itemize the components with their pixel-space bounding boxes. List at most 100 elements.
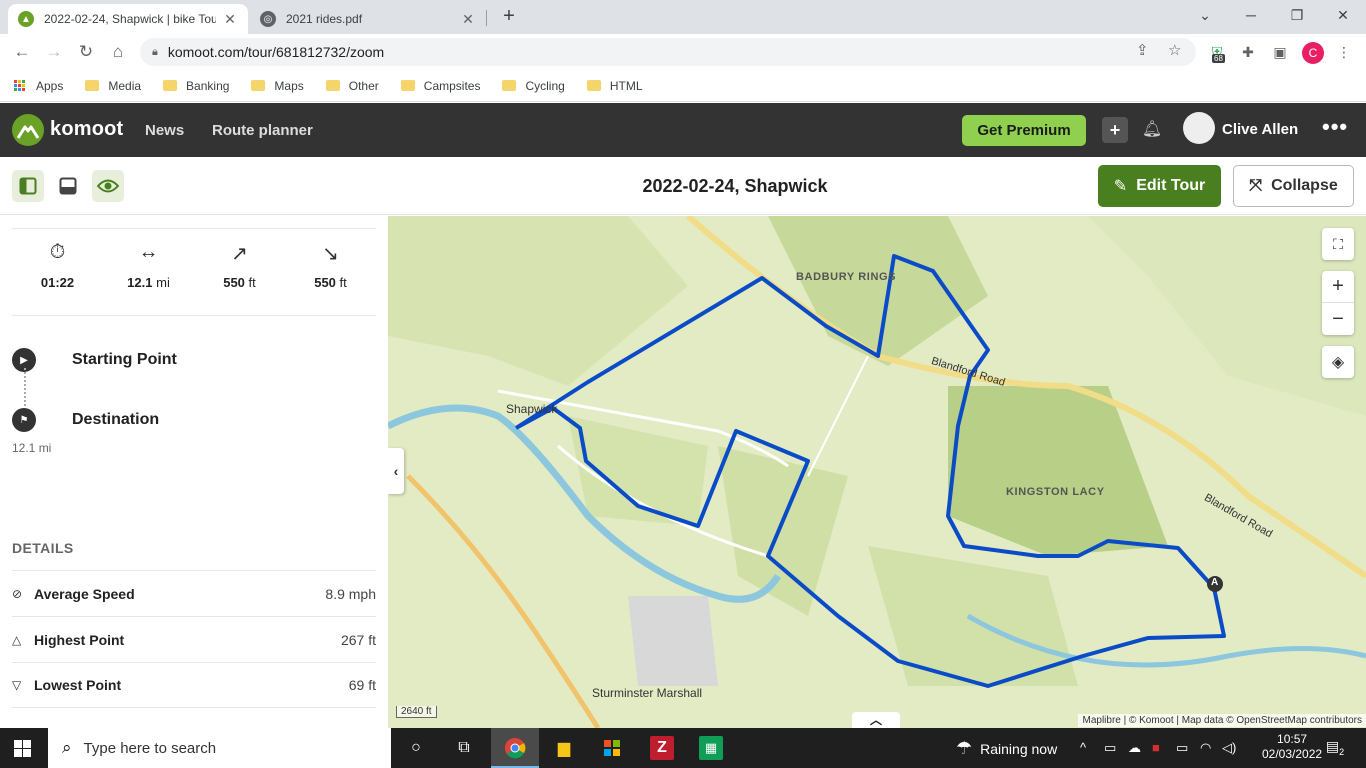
share-icon[interactable]: ⇪: [1136, 41, 1149, 59]
battery-icon[interactable]: ▭: [1176, 740, 1188, 756]
distance-arrows-icon: ↔: [138, 241, 159, 263]
komoot-favicon-icon: ▲: [18, 11, 34, 27]
cloud-icon[interactable]: ☁: [1128, 740, 1141, 756]
expand-bottom-chevron-icon[interactable]: ︿: [852, 712, 900, 728]
triangle-down-icon: ▽: [12, 678, 22, 692]
zoom-in-button[interactable]: +: [1322, 271, 1354, 303]
bell-icon[interactable]: 🔔︎: [1140, 117, 1164, 143]
bookmark-media[interactable]: Media: [85, 79, 141, 93]
duration-value: 01:22: [40, 275, 75, 290]
sheets-icon[interactable]: ▦: [699, 736, 723, 760]
profile-avatar[interactable]: C: [1302, 42, 1324, 64]
folder-icon: [251, 80, 266, 91]
bookmark-cycling[interactable]: Cycling: [502, 78, 565, 93]
bookmark-html[interactable]: HTML: [586, 79, 643, 93]
uphill-arrow-icon: ↗: [231, 243, 248, 265]
volume-icon[interactable]: ◁): [1222, 740, 1236, 756]
browser-toolbar: ← → ↻ ⌂ 🔒︎ komoot.com/tour/681812732/zoo…: [0, 34, 1366, 70]
bookmark-label: Cycling: [525, 78, 565, 93]
zoom-out-button[interactable]: −: [1322, 303, 1354, 335]
extensions-puzzle-icon[interactable]: ✚: [1238, 42, 1258, 62]
more-menu-icon[interactable]: •••: [1322, 114, 1348, 140]
map-attribution[interactable]: Maplibre | © Komoot | Map data © OpenStr…: [1078, 714, 1366, 727]
back-button[interactable]: ←: [10, 40, 34, 64]
windows-start-icon[interactable]: [14, 740, 31, 757]
layers-control[interactable]: ◈: [1322, 346, 1354, 378]
home-button[interactable]: ⌂: [106, 40, 130, 64]
collapse-sidebar-chevron-icon[interactable]: ‹: [388, 448, 404, 494]
taskbar-search[interactable]: ⌕ Type here to search: [48, 728, 391, 768]
microsoft-store-icon[interactable]: [600, 736, 624, 760]
stat-uphill: ↗ 550 ft: [194, 229, 285, 315]
waypoint-start[interactable]: ▶ Starting Point: [12, 348, 177, 372]
tour-details-panel: ⏱︎ 01:22 ↔ 12.1 mi ↗ 550 ft ↘ 550 ft ▶ S…: [0, 216, 388, 728]
downhill-arrow-icon: ↘: [322, 243, 339, 265]
umbrella-icon: ☂: [956, 738, 973, 758]
tray-overflow-chevron-icon[interactable]: ^: [1080, 740, 1086, 755]
folder-icon: [586, 80, 601, 91]
chrome-menu-icon[interactable]: ⋮: [1334, 42, 1354, 62]
meet-now-icon[interactable]: ▭: [1104, 740, 1116, 756]
waypoint-destination[interactable]: ⚑ Destination: [12, 408, 159, 432]
tab-search-icon[interactable]: ⌄: [1182, 4, 1228, 26]
close-window-button[interactable]: ✕: [1320, 4, 1366, 26]
clock-date: 02/03/2022: [1262, 747, 1323, 761]
waypoint-distance: 12.1 mi: [12, 441, 52, 455]
pencil-icon: ✎: [1113, 178, 1128, 195]
bookmark-campsites[interactable]: Campsites: [400, 79, 480, 93]
reload-button[interactable]: ↻: [74, 40, 98, 64]
close-tab-icon[interactable]: ✕: [222, 11, 238, 28]
detail-highest-point: △ Highest Point 267 ft: [12, 616, 376, 662]
address-bar[interactable]: 🔒︎ komoot.com/tour/681812732/zoom: [140, 38, 1196, 66]
chrome-icon[interactable]: [503, 736, 527, 760]
distance-value: 12.1: [127, 275, 153, 290]
wifi-icon[interactable]: ◠: [1200, 740, 1211, 756]
file-explorer-icon[interactable]: ▆: [552, 736, 576, 760]
detail-value: 69 ft: [348, 677, 376, 693]
new-tab-button[interactable]: +: [498, 6, 520, 28]
nav-route-planner[interactable]: Route planner: [212, 122, 313, 139]
cortana-icon[interactable]: ○: [404, 736, 428, 760]
downhill-unit: ft: [339, 275, 347, 290]
komoot-logo-icon[interactable]: [12, 114, 44, 146]
weather-widget[interactable]: ☂ Raining now: [956, 738, 1057, 759]
stopwatch-icon: ⏱︎: [49, 241, 66, 263]
task-view-icon[interactable]: ⧉: [452, 736, 476, 760]
close-tab-icon[interactable]: ✕: [460, 11, 476, 28]
uphill-value: 550: [223, 275, 245, 290]
bookmark-maps[interactable]: Maps: [251, 79, 304, 93]
nav-news[interactable]: News: [145, 122, 184, 139]
filezilla-icon[interactable]: Z: [650, 736, 674, 760]
komoot-brand[interactable]: komoot: [50, 118, 123, 141]
forward-button[interactable]: →: [42, 40, 66, 64]
tour-title-bar: 2022-02-24, Shapwick ✎ Edit Tour ⤧ Colla…: [0, 157, 1366, 215]
collapse-arrows-icon: ⤧: [1249, 177, 1263, 194]
app-tray-icon[interactable]: ■: [1152, 740, 1160, 755]
bookmark-apps[interactable]: Apps: [14, 79, 63, 93]
apps-grid-icon: [14, 79, 26, 92]
detail-label: Lowest Point: [34, 677, 122, 693]
maximize-button[interactable]: ❐: [1274, 4, 1320, 26]
user-name[interactable]: Clive Allen: [1222, 121, 1298, 138]
edit-tour-button[interactable]: ✎ Edit Tour: [1098, 165, 1221, 207]
minimize-button[interactable]: ─: [1228, 4, 1274, 26]
bookmark-other[interactable]: Other: [325, 79, 379, 93]
recenter-icon: ⛶: [1333, 235, 1343, 252]
add-icon[interactable]: +: [1102, 117, 1128, 143]
bookmark-label: Media: [108, 78, 142, 93]
bookmark-star-icon[interactable]: ☆: [1168, 41, 1181, 59]
collapse-button[interactable]: ⤧ Collapse: [1233, 165, 1354, 207]
get-premium-button[interactable]: Get Premium: [962, 115, 1086, 146]
waypoint-start-label: Starting Point: [72, 351, 177, 368]
recenter-control[interactable]: ⛶: [1322, 228, 1354, 260]
label-shapwick: Shapwick: [506, 402, 558, 416]
user-avatar[interactable]: [1183, 112, 1215, 144]
bookmark-banking[interactable]: Banking: [163, 79, 229, 93]
tour-map[interactable]: BADBURY RINGS KINGSTON LACY Shapwick Stu…: [388, 216, 1366, 728]
tab-pdf[interactable]: ◎ 2021 rides.pdf ✕: [250, 4, 486, 34]
tab-komoot[interactable]: ▲ 2022-02-24, Shapwick | bike Tour ✕: [8, 4, 248, 34]
side-panel-icon[interactable]: ▣: [1270, 42, 1290, 62]
distance-unit: mi: [156, 275, 170, 290]
system-clock[interactable]: 10:57 02/03/2022: [1262, 732, 1322, 762]
notification-center-icon[interactable]: ▤2: [1324, 738, 1346, 758]
